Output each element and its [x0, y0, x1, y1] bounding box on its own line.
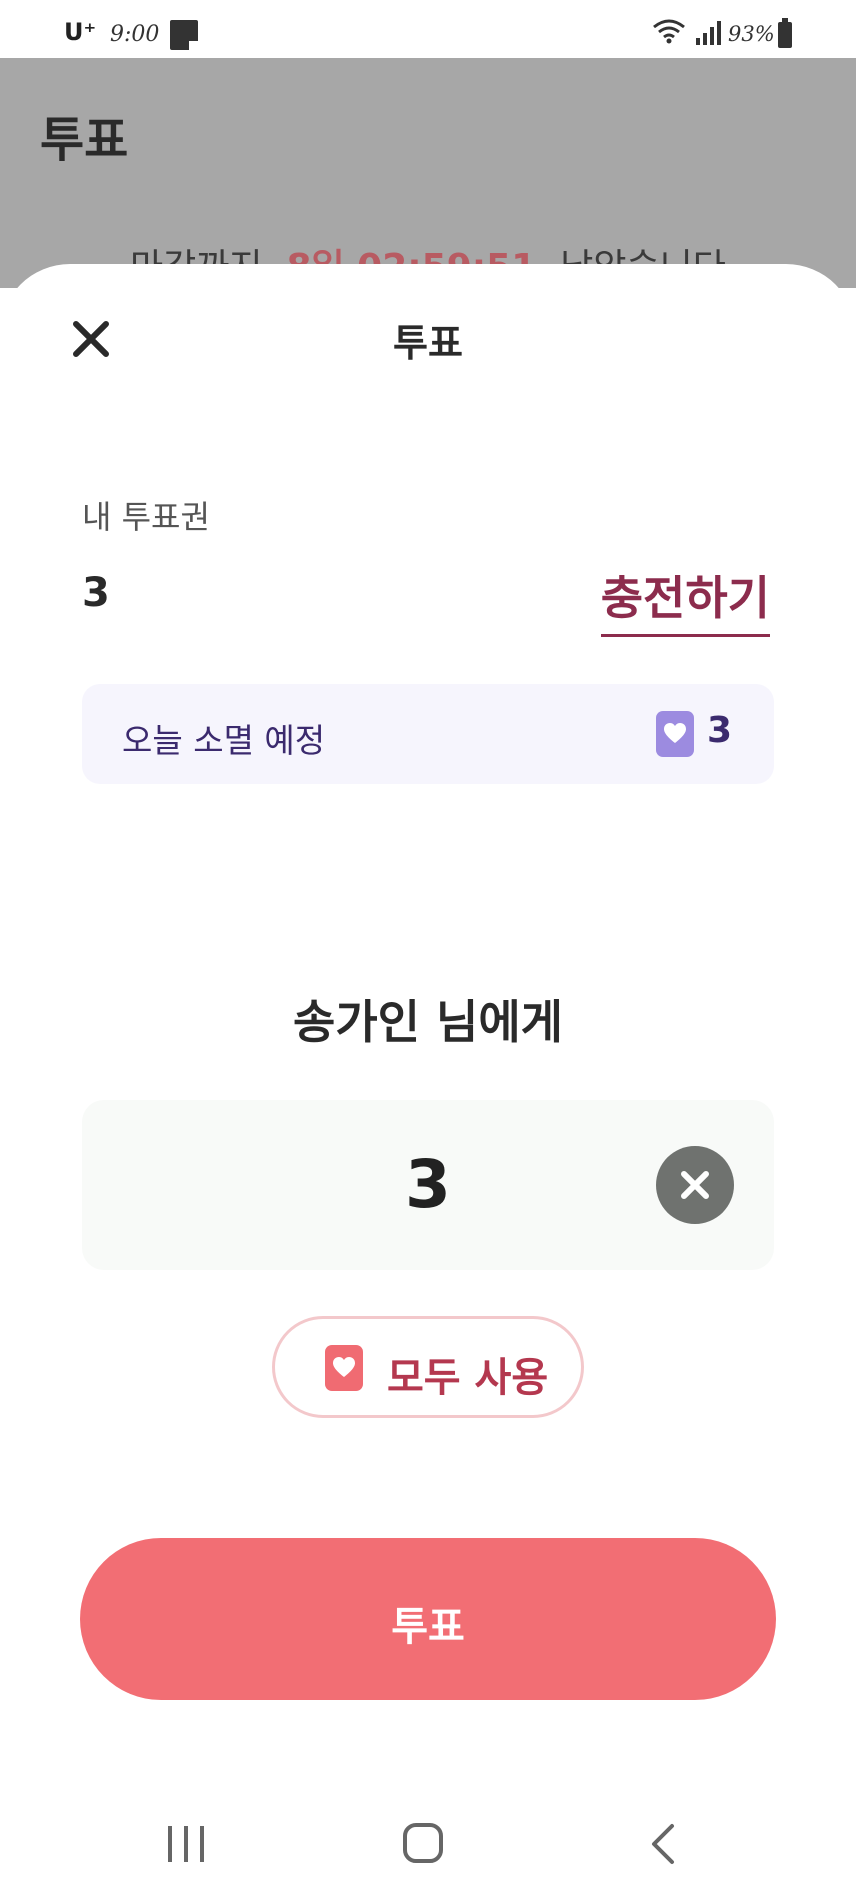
- background-page-title: 투표: [40, 112, 129, 168]
- clear-icon[interactable]: [656, 1146, 734, 1224]
- my-tickets-label: 내 투표권: [82, 498, 210, 536]
- wifi-icon: [653, 19, 685, 44]
- battery-percent: 93%: [728, 22, 775, 46]
- status-bar: U⁺ 9:00 93%: [0, 0, 856, 58]
- clock: 9:00: [110, 22, 160, 47]
- signal-icon: [696, 21, 721, 45]
- battery-icon: [778, 18, 792, 48]
- recent-apps-icon[interactable]: [164, 1824, 208, 1864]
- system-nav-bar: [0, 1800, 856, 1902]
- vote-button[interactable]: 투표: [80, 1538, 776, 1700]
- carrier-label: U⁺: [64, 18, 97, 46]
- heart-ticket-icon: [325, 1345, 363, 1391]
- home-icon[interactable]: [402, 1822, 444, 1864]
- charge-link[interactable]: 충전하기: [600, 562, 770, 637]
- my-tickets-count: 3: [82, 570, 110, 616]
- heart-ticket-icon: [656, 711, 694, 757]
- use-all-button[interactable]: 모두 사용: [272, 1316, 584, 1418]
- vote-amount-field[interactable]: 3: [82, 1100, 774, 1270]
- background-page: 투표 마감까지8일 02:59:51남았습니다: [0, 58, 856, 288]
- sheet-title: 투표: [393, 321, 463, 365]
- note-icon: [170, 20, 198, 50]
- vote-button-label: 투표: [391, 1604, 465, 1650]
- expiring-today-box: 오늘 소멸 예정 3: [82, 684, 774, 784]
- use-all-label: 모두 사용: [387, 1355, 549, 1401]
- expiring-today-label: 오늘 소멸 예정: [122, 721, 326, 760]
- expiring-today-count: 3: [706, 710, 732, 751]
- recipient-title: 송가인 님에게: [293, 995, 563, 1049]
- back-icon[interactable]: [648, 1822, 678, 1866]
- vote-sheet: 투표 내 투표권 3 충전하기 오늘 소멸 예정 3 송가인 님에게 3 모두 …: [0, 264, 856, 1902]
